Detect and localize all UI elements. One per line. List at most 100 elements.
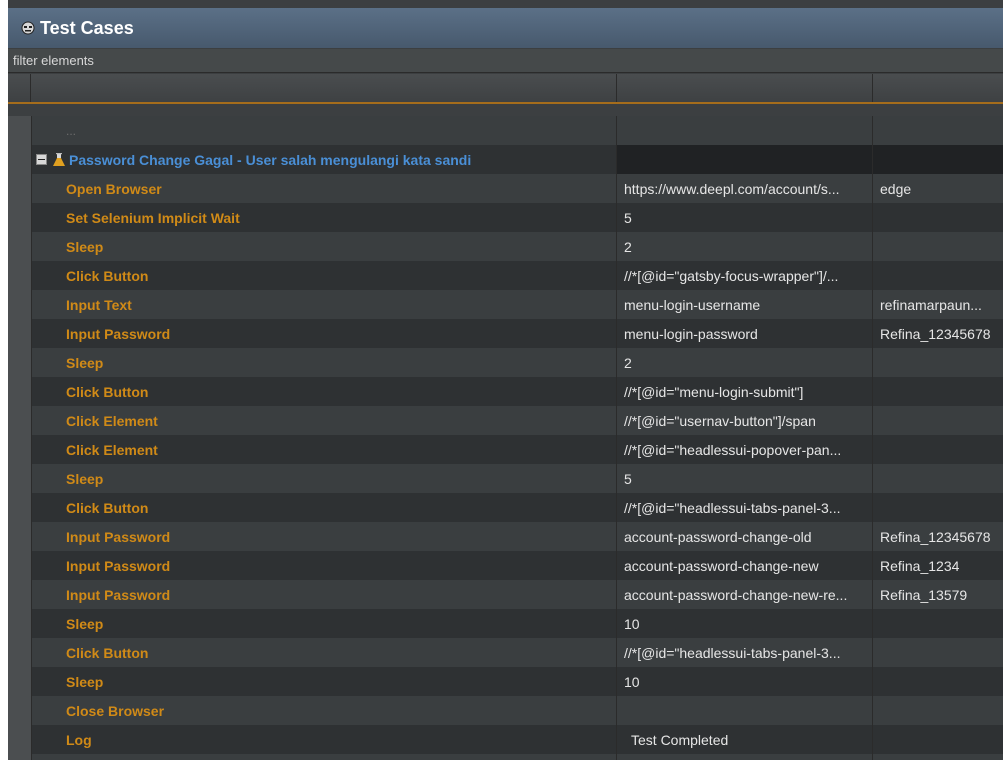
row-header[interactable] — [8, 609, 32, 638]
step-arg1[interactable]: account-password-change-new — [617, 551, 873, 580]
step-arg1[interactable]: account-password-change-old — [617, 522, 873, 551]
row-header[interactable] — [8, 406, 32, 435]
table-row[interactable]: Click Element //*[@id="usernav-button"]/… — [8, 406, 1003, 435]
step-arg2[interactable] — [873, 348, 1003, 377]
step-arg1[interactable]: 10 — [617, 609, 873, 638]
testcase-row[interactable]: Password Change Gagal - User salah mengu… — [8, 145, 1003, 174]
step-arg2[interactable] — [873, 725, 1003, 754]
row-header[interactable] — [8, 696, 32, 725]
collapse-icon[interactable] — [36, 154, 47, 165]
step-arg2[interactable]: edge — [873, 174, 1003, 203]
step-arg2[interactable] — [873, 667, 1003, 696]
header-row-number[interactable] — [8, 74, 31, 102]
step-arg2[interactable] — [873, 406, 1003, 435]
row-header[interactable] — [8, 551, 32, 580]
table-header — [8, 74, 1003, 104]
table-row[interactable]: Open Browser https://www.deepl.com/accou… — [8, 174, 1003, 203]
step-arg1[interactable]: 10 — [617, 667, 873, 696]
table-row[interactable]: Input Password account-password-change-n… — [8, 580, 1003, 609]
step-arg1[interactable]: 5 — [617, 203, 873, 232]
step-arg1[interactable]: 2 — [617, 348, 873, 377]
table-row[interactable]: Sleep 5 — [8, 464, 1003, 493]
table-row[interactable]: Close Browser — [8, 696, 1003, 725]
step-arg1[interactable]: //*[@id="headlessui-tabs-panel-3... — [617, 638, 873, 667]
row-header[interactable] — [8, 522, 32, 551]
table-row[interactable]: Input Password menu-login-password Refin… — [8, 319, 1003, 348]
step-arg1[interactable]: Test Completed — [617, 725, 873, 754]
step-arg1[interactable]: //*[@id="gatsby-focus-wrapper"]/... — [617, 261, 873, 290]
step-arg1[interactable]: //*[@id="usernav-button"]/span — [617, 406, 873, 435]
table-row[interactable]: Click Button //*[@id="gatsby-focus-wrapp… — [8, 261, 1003, 290]
table-row[interactable]: Click Button //*[@id="headlessui-tabs-pa… — [8, 638, 1003, 667]
row-header[interactable] — [8, 290, 32, 319]
step-arg1[interactable]: menu-login-username — [617, 290, 873, 319]
table-row[interactable]: Sleep 10 — [8, 667, 1003, 696]
panel-title: Test Cases — [40, 17, 134, 38]
step-arg1[interactable]: menu-login-password — [617, 319, 873, 348]
row-header[interactable] — [8, 174, 32, 203]
table-row[interactable]: Sleep 2 — [8, 232, 1003, 261]
table-row[interactable]: Log Test Completed — [8, 725, 1003, 754]
step-arg2[interactable] — [873, 203, 1003, 232]
step-arg1[interactable]: //*[@id="headlessui-popover-pan... — [617, 435, 873, 464]
row-header[interactable] — [8, 116, 32, 145]
table-row[interactable]: Sleep 2 — [8, 348, 1003, 377]
step-keyword: Click Element — [66, 441, 158, 458]
row-header[interactable] — [8, 348, 32, 377]
header-keyword-column[interactable] — [31, 74, 617, 102]
table-row-ellipsis[interactable]: ... — [8, 116, 1003, 145]
panel-titlebar[interactable]: Test Cases — [8, 8, 1003, 48]
step-arg2[interactable] — [873, 609, 1003, 638]
row-header[interactable] — [8, 232, 32, 261]
row-header[interactable] — [8, 493, 32, 522]
step-arg2[interactable]: Refina_13579 — [873, 580, 1003, 609]
table-row[interactable]: Click Button //*[@id="headlessui-tabs-pa… — [8, 493, 1003, 522]
table-row[interactable]: Input Text menu-login-username refinamar… — [8, 290, 1003, 319]
table-row[interactable]: Input Password account-password-change-o… — [8, 522, 1003, 551]
step-arg2[interactable] — [873, 261, 1003, 290]
step-arg2[interactable] — [873, 493, 1003, 522]
step-arg2[interactable]: Refina_12345678 — [873, 522, 1003, 551]
table-row[interactable]: Click Element //*[@id="headlessui-popove… — [8, 435, 1003, 464]
step-arg2[interactable] — [873, 638, 1003, 667]
row-header[interactable] — [8, 145, 32, 174]
step-arg2[interactable]: Refina_1234 — [873, 551, 1003, 580]
step-arg2[interactable] — [873, 232, 1003, 261]
row-header[interactable] — [8, 319, 32, 348]
row-header[interactable] — [8, 725, 32, 754]
table-row[interactable]: Click Button //*[@id="menu-login-submit"… — [8, 377, 1003, 406]
row-header[interactable] — [8, 754, 32, 760]
step-arg1[interactable] — [617, 696, 873, 725]
row-header[interactable] — [8, 580, 32, 609]
step-arg2[interactable] — [873, 435, 1003, 464]
table-row[interactable]: Sleep 10 — [8, 609, 1003, 638]
step-arg1[interactable]: 2 — [617, 232, 873, 261]
step-arg2[interactable] — [873, 464, 1003, 493]
table-row[interactable]: Input Password account-password-change-n… — [8, 551, 1003, 580]
step-arg2[interactable] — [873, 696, 1003, 725]
step-keyword: Click Button — [66, 383, 149, 400]
step-keyword: Click Button — [66, 644, 149, 661]
filter-input[interactable] — [8, 52, 995, 69]
header-arg1-column[interactable] — [617, 74, 873, 102]
testcase-name[interactable]: Password Change Gagal - User salah mengu… — [69, 152, 471, 168]
step-arg1[interactable]: 5 — [617, 464, 873, 493]
row-header[interactable] — [8, 435, 32, 464]
row-header[interactable] — [8, 667, 32, 696]
row-header[interactable] — [8, 377, 32, 406]
step-arg2[interactable]: refinamarpaun... — [873, 290, 1003, 319]
step-arg2[interactable] — [873, 377, 1003, 406]
test-cases-icon — [20, 20, 36, 36]
table-row-empty[interactable] — [8, 754, 1003, 760]
step-arg1[interactable]: https://www.deepl.com/account/s... — [617, 174, 873, 203]
row-header[interactable] — [8, 203, 32, 232]
row-header[interactable] — [8, 638, 32, 667]
step-arg1[interactable]: //*[@id="headlessui-tabs-panel-3... — [617, 493, 873, 522]
step-arg2[interactable]: Refina_12345678 — [873, 319, 1003, 348]
header-arg2-column[interactable] — [873, 74, 1003, 102]
row-header[interactable] — [8, 464, 32, 493]
step-arg1[interactable]: //*[@id="menu-login-submit"] — [617, 377, 873, 406]
row-header[interactable] — [8, 261, 32, 290]
table-row[interactable]: Set Selenium Implicit Wait 5 — [8, 203, 1003, 232]
step-arg1[interactable]: account-password-change-new-re... — [617, 580, 873, 609]
